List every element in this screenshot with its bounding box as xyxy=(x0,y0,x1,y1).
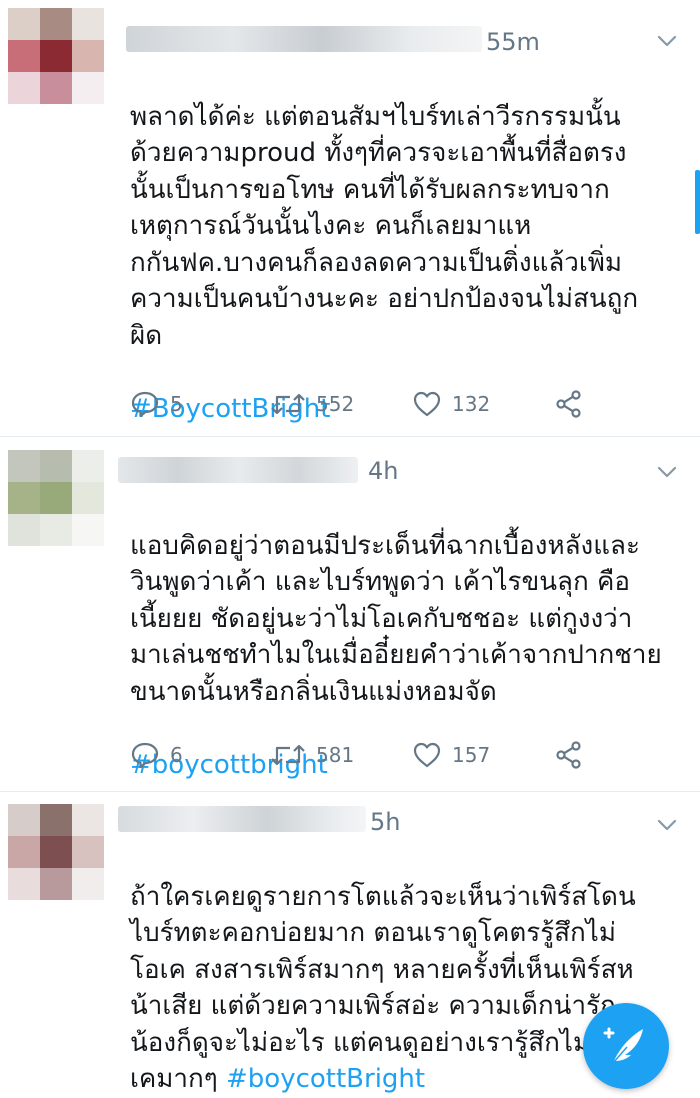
tweet-body: ถ้าใครเคยดูรายการโตแล้วจะเห็นว่าเพิร์สโด… xyxy=(130,881,636,1095)
heart-icon xyxy=(413,742,441,768)
tweet-actions: 5 552 132 xyxy=(130,384,600,424)
share-icon xyxy=(556,390,581,418)
like-count: 132 xyxy=(452,392,491,416)
display-name-blurred[interactable] xyxy=(118,806,366,832)
heart-icon xyxy=(413,391,441,417)
share-icon xyxy=(556,741,581,769)
display-name-blurred[interactable] xyxy=(126,26,482,52)
hashtag-link[interactable]: #boycottBright xyxy=(226,1064,425,1094)
tweet-text: พลาดได้ค่ะ แต่ตอนสัมฯไบร์ทเล่าวีรกรรมนั้… xyxy=(130,62,692,427)
reply-icon xyxy=(131,742,159,769)
retweet-button[interactable]: 581 xyxy=(270,735,354,775)
like-button[interactable]: 132 xyxy=(412,384,490,424)
chevron-down-icon[interactable] xyxy=(656,30,678,52)
reply-count: 5 xyxy=(170,392,183,416)
tweet-2[interactable]: 4h แอบคิดอยู่ว่าตอนมีประเด็นที่ฉากเบื้อง… xyxy=(0,437,700,789)
retweet-count: 552 xyxy=(316,392,355,416)
chevron-down-icon[interactable] xyxy=(656,461,678,483)
retweet-button[interactable]: 552 xyxy=(270,384,354,424)
compose-tweet-button[interactable] xyxy=(583,1003,669,1089)
tweet-1[interactable]: 55m พลาดได้ค่ะ แต่ตอนสัมฯไบร์ทเล่าวีรกรร… xyxy=(0,0,700,432)
tweet-timestamp[interactable]: 55m xyxy=(486,28,540,56)
share-button[interactable] xyxy=(554,384,584,424)
reply-button[interactable]: 5 xyxy=(130,384,183,424)
like-count: 157 xyxy=(452,743,491,767)
avatar[interactable] xyxy=(8,450,104,546)
tweet-timestamp[interactable]: 5h xyxy=(370,808,400,836)
tweet-actions: 6 581 157 xyxy=(130,735,600,775)
avatar[interactable] xyxy=(8,8,104,104)
share-button[interactable] xyxy=(554,735,584,775)
scrollbar-thumb[interactable] xyxy=(695,170,700,234)
retweet-icon xyxy=(271,393,305,415)
reply-count: 6 xyxy=(170,743,183,767)
tweet-body: แอบคิดอยู่ว่าตอนมีประเด็นที่ฉากเบื้องหลั… xyxy=(130,530,662,707)
tweet-body: พลาดได้ค่ะ แต่ตอนสัมฯไบร์ทเล่าวีรกรรมนั้… xyxy=(130,101,639,351)
like-button[interactable]: 157 xyxy=(412,735,490,775)
reply-icon xyxy=(131,391,159,418)
tweet-timestamp[interactable]: 4h xyxy=(368,457,398,485)
retweet-count: 581 xyxy=(316,743,355,767)
chevron-down-icon[interactable] xyxy=(656,814,678,836)
avatar[interactable] xyxy=(8,804,104,900)
compose-feather-icon xyxy=(603,1027,643,1064)
reply-button[interactable]: 6 xyxy=(130,735,183,775)
retweet-icon xyxy=(271,744,305,766)
display-name-blurred[interactable] xyxy=(118,457,358,483)
